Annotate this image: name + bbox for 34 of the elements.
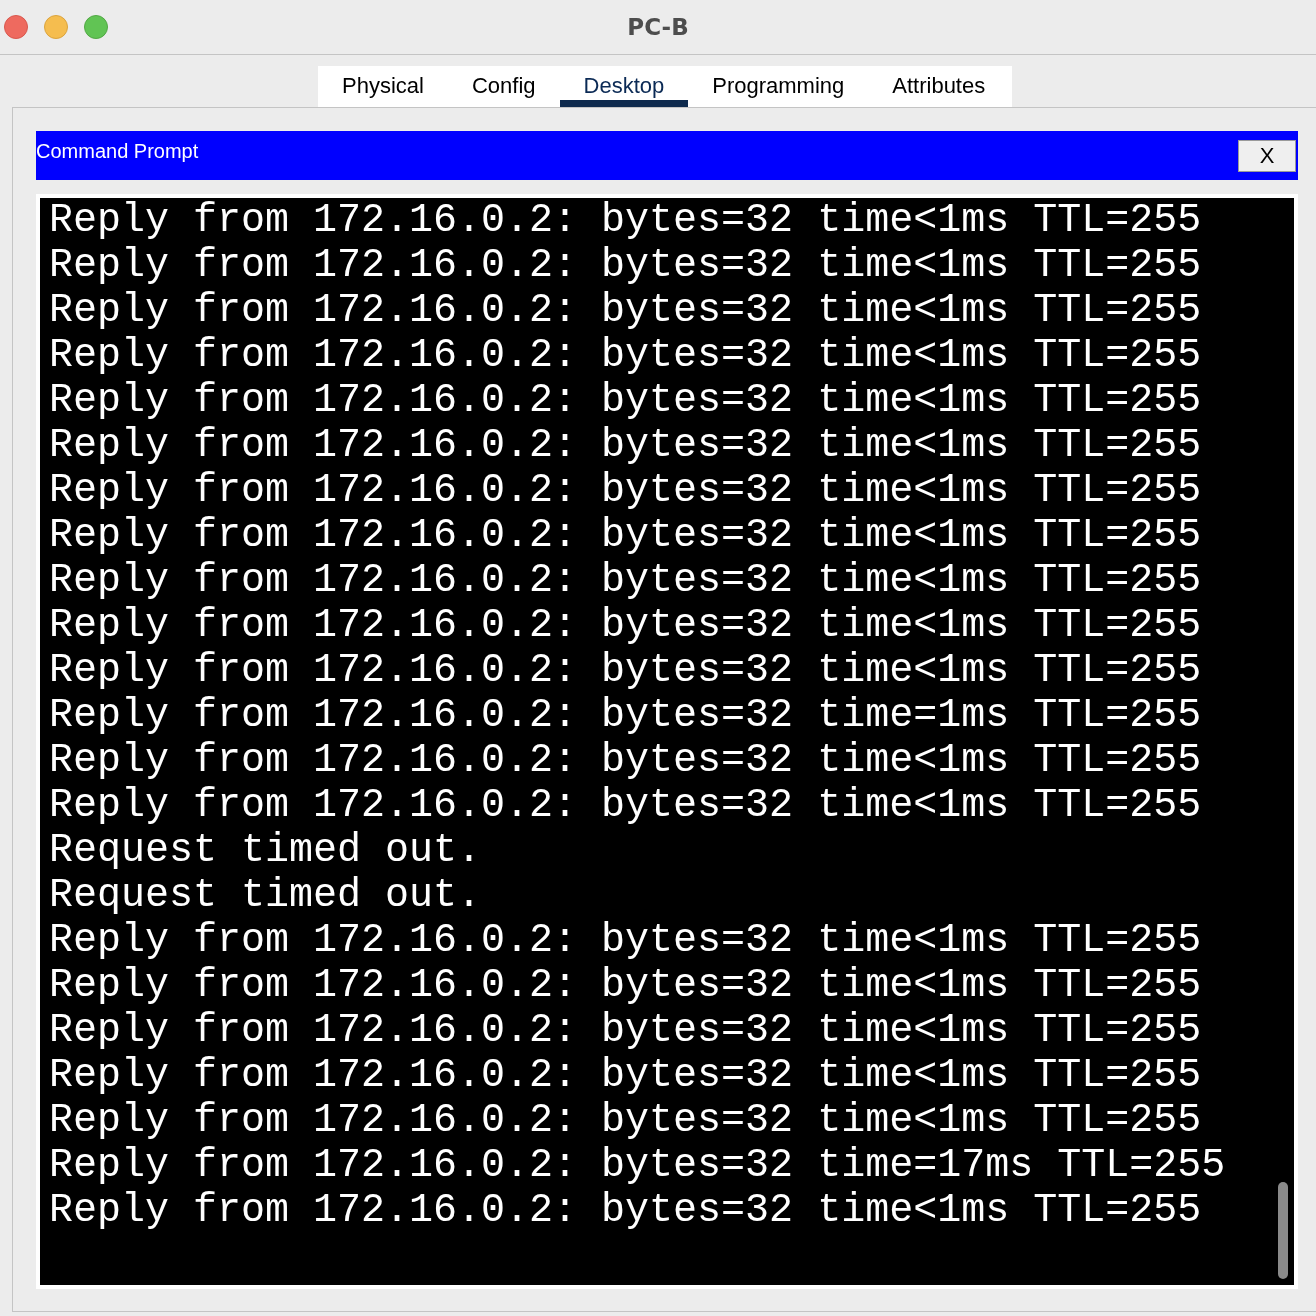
output-line: Reply from 172.16.0.2: bytes=32 time<1ms TTL=255 <box>49 1098 1203 1143</box>
tab[interactable]: Physical <box>318 66 448 107</box>
output-line: Reply from 172.16.0.2: bytes=32 time<1ms TTL=255 <box>49 288 1203 333</box>
maximize-window-icon[interactable] <box>84 15 108 39</box>
output-line: Request timed out. <box>49 873 483 918</box>
tab[interactable]: Config <box>447 66 560 107</box>
output-line: Reply from 172.16.0.2: bytes=32 time<1ms TTL=255 <box>49 783 1203 828</box>
output-line: Reply from 172.16.0.2: bytes=32 time=1ms TTL=255 <box>49 693 1203 738</box>
output-line: Reply from 172.16.0.2: bytes=32 time<1ms TTL=255 <box>49 648 1203 693</box>
tab[interactable]: Attributes <box>868 66 1010 107</box>
tab[interactable]: Programming <box>688 66 869 107</box>
output-line: Reply from 172.16.0.2: bytes=32 time<1ms TTL=255 <box>49 468 1203 513</box>
output-line: Reply from 172.16.0.2: bytes=32 time<1ms TTL=255 <box>49 1053 1203 1098</box>
output-line: Reply from 172.16.0.2: bytes=32 time<1ms TTL=255 <box>49 198 1203 243</box>
output-line: Reply from 172.16.0.2: bytes=32 time<1ms TTL=255 <box>49 333 1203 378</box>
output-line: Reply from 172.16.0.2: bytes=32 time<1ms TTL=255 <box>49 603 1203 648</box>
close-window-icon[interactable] <box>4 15 28 39</box>
output-line: Reply from 172.16.0.2: bytes=32 time<1ms TTL=255 <box>49 738 1203 783</box>
command-prompt-title: Command Prompt <box>36 139 199 163</box>
output-line: Reply from 172.16.0.2: bytes=32 time<1ms TTL=255 <box>49 558 1203 603</box>
output-line: Reply from 172.16.0.2: bytes=32 time<1ms TTL=255 <box>49 378 1203 423</box>
output-line: Reply from 172.16.0.2: bytes=32 time<1ms TTL=255 <box>49 423 1203 468</box>
window-title: PC-B <box>627 12 689 42</box>
output-line: Reply from 172.16.0.2: bytes=32 time<1ms TTL=255 <box>49 513 1203 558</box>
output-line: Reply from 172.16.0.2: bytes=32 time<1ms TTL=255 <box>49 1188 1203 1233</box>
output-line: Reply from 172.16.0.2: bytes=32 time<1ms TTL=255 <box>49 1008 1203 1053</box>
output-line: Reply from 172.16.0.2: bytes=32 time=17ms TTL=255 <box>49 1143 1227 1188</box>
output-line: Request timed out. <box>49 828 483 873</box>
scrollbar-thumb[interactable] <box>1278 1182 1288 1279</box>
output-line: Reply from 172.16.0.2: bytes=32 time<1ms TTL=255 <box>49 963 1203 1008</box>
output-line: Reply from 172.16.0.2: bytes=32 time<1ms TTL=255 <box>49 243 1203 288</box>
output-line: Reply from 172.16.0.2: bytes=32 time<1ms TTL=255 <box>49 918 1203 963</box>
close-button[interactable]: X <box>1238 140 1296 172</box>
minimize-window-icon[interactable] <box>44 15 68 39</box>
